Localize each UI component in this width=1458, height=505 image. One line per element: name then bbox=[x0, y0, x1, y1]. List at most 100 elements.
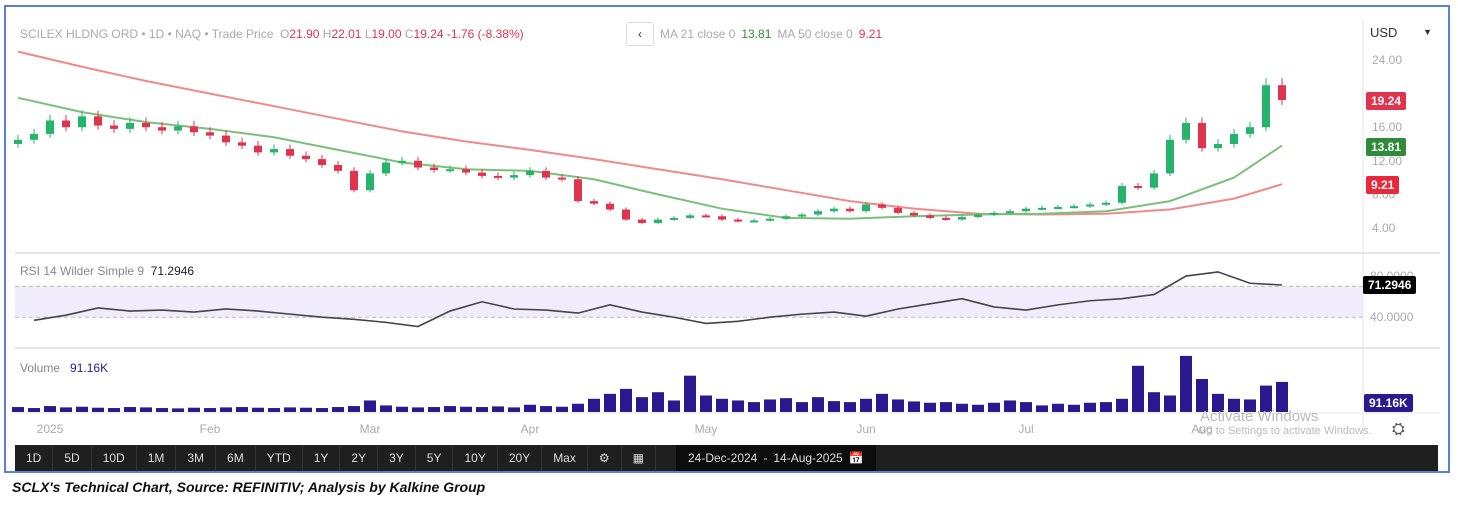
calendar-icon: 📅 bbox=[848, 451, 864, 465]
volume-bar bbox=[316, 408, 328, 412]
candle-body bbox=[782, 216, 790, 219]
rsi-tag: 71.2946 bbox=[1363, 276, 1417, 294]
range-button-max[interactable]: Max bbox=[542, 445, 588, 471]
candle-body bbox=[302, 155, 310, 160]
candle-body bbox=[46, 120, 54, 134]
volume-bar bbox=[236, 407, 248, 412]
volume-bar bbox=[668, 400, 680, 412]
candle-body bbox=[910, 212, 918, 216]
candle-body bbox=[350, 170, 358, 191]
ma21-line bbox=[17, 96, 1283, 220]
volume-bar bbox=[492, 406, 504, 412]
volume-bar bbox=[380, 405, 392, 412]
settings-button[interactable]: ⚙ bbox=[588, 445, 622, 471]
x-tick-label: Mar bbox=[360, 422, 381, 436]
volume-bar bbox=[764, 399, 776, 412]
x-tick-label: Feb bbox=[200, 422, 221, 436]
range-button-10d[interactable]: 10D bbox=[92, 445, 137, 471]
symbol-title: SCILEX HLDNG ORD bbox=[20, 27, 139, 41]
volume-bar bbox=[28, 408, 40, 412]
range-button-ytd[interactable]: YTD bbox=[256, 445, 303, 471]
candle-body bbox=[830, 208, 838, 212]
range-button-5y[interactable]: 5Y bbox=[416, 445, 454, 471]
ma21-label: MA 21 close 0 bbox=[660, 27, 736, 41]
rsi-label: RSI 14 Wilder Simple 9 bbox=[20, 264, 145, 278]
candle-body bbox=[798, 214, 806, 217]
volume-bar bbox=[188, 407, 200, 412]
settings-icon[interactable]: ⛭ bbox=[1392, 421, 1405, 439]
ma50-label: MA 50 close 0 bbox=[777, 27, 853, 41]
volume-bar bbox=[1036, 405, 1048, 412]
range-button-3m[interactable]: 3M bbox=[176, 445, 217, 471]
volume-bar bbox=[252, 407, 264, 412]
volume-label: Volume bbox=[20, 361, 61, 375]
candle-body bbox=[1182, 123, 1190, 140]
date-to: 14-Aug-2025 bbox=[773, 451, 843, 465]
range-button-20y[interactable]: 20Y bbox=[498, 445, 543, 471]
price-tick-label: 24.00 bbox=[1372, 53, 1402, 67]
volume-bar bbox=[844, 402, 856, 412]
volume-bar bbox=[124, 407, 136, 412]
volume-bar bbox=[476, 407, 488, 412]
watermark-line2: Go to Settings to activate Windows. bbox=[1198, 425, 1372, 437]
candle-body bbox=[1022, 208, 1030, 212]
candle-body bbox=[1102, 202, 1110, 205]
candle-body bbox=[1070, 206, 1078, 209]
x-tick-label: Jul bbox=[1018, 422, 1033, 436]
range-button-1y[interactable]: 1Y bbox=[303, 445, 341, 471]
candle-body bbox=[846, 208, 854, 212]
range-button-1d[interactable]: 1D bbox=[15, 445, 54, 471]
range-button-1m[interactable]: 1M bbox=[137, 445, 177, 471]
volume-tag: 91.16K bbox=[1364, 394, 1413, 412]
ma-legend: ‹ MA 21 close 0 13.81 MA 50 close 0 9.21 bbox=[626, 22, 882, 46]
candle-body bbox=[30, 133, 38, 140]
candle-body bbox=[334, 165, 342, 171]
candle-body bbox=[14, 139, 22, 144]
volume-bar bbox=[1164, 395, 1176, 412]
candle-body bbox=[750, 220, 758, 223]
volume-bar bbox=[716, 398, 728, 412]
volume-bar bbox=[428, 407, 440, 412]
date-range-picker[interactable]: 24-Dec-2024 - 14-Aug-2025 📅 bbox=[675, 445, 876, 471]
low-value: 19.00 bbox=[371, 27, 402, 41]
candle-body bbox=[1198, 123, 1206, 149]
candle-body bbox=[94, 116, 102, 126]
candle-body bbox=[142, 123, 150, 128]
collapse-legend-button[interactable]: ‹ bbox=[626, 22, 654, 46]
candle-body bbox=[926, 215, 934, 218]
toolbar: 1D 5D 10D 1M 3M 6M YTD 1Y 2Y 3Y 5Y 10Y 20Y Max ⚙ ▦ 24… bbox=[15, 445, 1438, 471]
candle-body bbox=[190, 126, 198, 133]
chevron-down-icon: ▼ bbox=[1423, 27, 1432, 37]
candle-body bbox=[222, 135, 230, 143]
candle-body bbox=[1118, 186, 1126, 203]
volume-bar bbox=[412, 407, 424, 412]
range-button-5d[interactable]: 5D bbox=[53, 445, 92, 471]
date-from: 24-Dec-2024 bbox=[687, 451, 758, 465]
volume-bar bbox=[684, 375, 696, 412]
volume-bar bbox=[540, 406, 552, 412]
range-button-10y[interactable]: 10Y bbox=[453, 445, 498, 471]
volume-bar bbox=[828, 401, 840, 412]
range-button-2y[interactable]: 2Y bbox=[340, 445, 379, 471]
range-button-3y[interactable]: 3Y bbox=[378, 445, 416, 471]
volume-bar bbox=[588, 398, 600, 412]
volume-bar bbox=[1068, 404, 1080, 412]
candle-body bbox=[526, 170, 534, 176]
candle-body bbox=[382, 162, 390, 174]
candle-body bbox=[158, 127, 166, 131]
change-value: -1.76 (-8.38%) bbox=[446, 27, 524, 41]
candle-body bbox=[1038, 207, 1046, 210]
candle-body bbox=[558, 177, 566, 180]
currency-select[interactable]: USD ▼ bbox=[1366, 20, 1436, 44]
volume-bar bbox=[1180, 355, 1192, 412]
volume-bar bbox=[284, 407, 296, 412]
export-button[interactable]: ▦ bbox=[622, 445, 656, 471]
range-button-6m[interactable]: 6M bbox=[216, 445, 256, 471]
volume-bar bbox=[812, 397, 824, 412]
candle-body bbox=[894, 207, 902, 213]
volume-bar bbox=[460, 406, 472, 412]
volume-bar bbox=[620, 388, 632, 412]
volume-bar bbox=[156, 408, 168, 412]
exchange: NAQ bbox=[175, 27, 202, 41]
candle-body bbox=[654, 219, 662, 223]
